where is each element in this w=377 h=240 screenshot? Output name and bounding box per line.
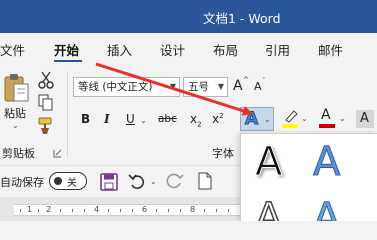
ruler-number: 8 <box>190 205 196 214</box>
grow-font-button[interactable]: A <box>233 78 243 94</box>
ruler-tick <box>84 209 85 212</box>
chevron-down-icon: ⌄ <box>264 115 271 124</box>
tab-insert[interactable]: 插入 <box>107 40 132 59</box>
font-size-combo[interactable]: 五号 ▼ <box>183 77 228 97</box>
ruler-tick <box>108 209 109 212</box>
ribbon-tabs: 文件 开始 插入 设计 布局 引用 邮件 <box>0 33 377 67</box>
format-painter-icon[interactable] <box>38 117 56 135</box>
tab-file[interactable]: 文件 <box>0 40 25 59</box>
ruler-number: 4 <box>94 205 100 214</box>
superscript-button[interactable]: x2 <box>212 112 224 126</box>
paste-dropdown-icon[interactable]: ⌄ <box>12 121 19 130</box>
chevron-down-icon: ▼ <box>169 82 176 91</box>
text-effect-style-3[interactable]: A <box>254 197 283 221</box>
chevron-down-icon: ▼ <box>217 82 224 91</box>
text-effects-button[interactable]: A ⌄ <box>240 107 274 131</box>
ruler-tick <box>132 209 133 212</box>
cut-icon[interactable] <box>38 71 54 89</box>
character-shading-button[interactable]: A <box>356 110 374 128</box>
character-shading-icon: A <box>360 111 369 126</box>
font-size-value: 五号 <box>188 81 209 93</box>
title-bar: 文档1 - Word <box>0 0 377 33</box>
font-color-button[interactable]: A ⌄ <box>318 107 350 130</box>
text-effects-icon: A <box>244 109 259 130</box>
text-effect-style-4[interactable]: A <box>312 198 340 222</box>
text-effect-style-1[interactable]: A <box>254 142 282 183</box>
highlighter-icon <box>285 110 298 123</box>
ruler-number: 2 <box>46 205 52 214</box>
font-name-value: 等线 (中文正文) <box>78 81 153 93</box>
ruler-tick <box>216 209 217 212</box>
strikethrough-button[interactable]: abc <box>158 113 177 125</box>
ruler-tick <box>120 209 121 212</box>
font-name-combo[interactable]: 等线 (中文正文) ▼ <box>73 77 180 97</box>
underline-dropdown-icon[interactable]: ⌄ <box>140 116 147 125</box>
new-document-icon[interactable] <box>198 172 212 190</box>
paste-icon <box>4 74 29 102</box>
chevron-down-icon: ⌄ <box>339 114 346 123</box>
shrink-font-caret: ˇ <box>262 77 266 85</box>
save-icon[interactable] <box>100 173 118 191</box>
copy-icon[interactable] <box>38 94 54 112</box>
text-effects-gallery: A A A A <box>240 133 377 221</box>
bold-button[interactable]: B <box>81 112 90 126</box>
tab-layout[interactable]: 布局 <box>213 40 238 59</box>
underline-button[interactable]: U <box>126 112 135 126</box>
word-window: 文档1 - Word 文件 开始 插入 设计 布局 引用 邮件 粘贴 ⌄ 剪贴板… <box>0 0 377 221</box>
tab-mailings[interactable]: 邮件 <box>318 40 343 59</box>
toggle-knob <box>54 177 62 185</box>
shrink-font-button[interactable]: A <box>254 80 262 93</box>
tab-references[interactable]: 引用 <box>265 40 290 59</box>
group-divider <box>67 71 68 157</box>
ruler-tick <box>228 209 229 212</box>
text-effect-style-2[interactable]: A <box>312 142 340 183</box>
ruler-tick <box>38 209 39 212</box>
active-tab-indicator <box>54 60 82 62</box>
subscript-mark: 2 <box>197 120 202 129</box>
ruler-tick <box>156 209 157 212</box>
tab-home[interactable]: 开始 <box>54 40 79 59</box>
subscript-button[interactable]: x2 <box>190 112 202 128</box>
paste-label: 粘贴 <box>4 107 26 120</box>
chevron-down-icon: ⌄ <box>301 114 308 123</box>
autosave-toggle[interactable]: 关 <box>49 172 87 190</box>
tab-design[interactable]: 设计 <box>160 40 185 59</box>
ruler-tick <box>204 209 205 212</box>
highlight-color-bar <box>282 124 298 128</box>
font-color-icon: A <box>321 107 331 123</box>
ruler-tick <box>60 209 61 212</box>
clipboard-group-label: 剪贴板 <box>2 147 35 160</box>
ruler-number: 6 <box>142 205 148 214</box>
ruler-tick <box>20 209 21 212</box>
undo-icon[interactable] <box>128 172 146 190</box>
highlight-button[interactable]: ⌄ <box>281 108 313 130</box>
ruler-tick <box>180 209 181 212</box>
ruler-tick <box>72 209 73 212</box>
autosave-state: 关 <box>67 178 77 189</box>
undo-dropdown-icon[interactable]: ⌄ <box>150 177 157 186</box>
italic-button[interactable]: I <box>104 112 110 126</box>
ruler-number: 1 <box>27 205 33 214</box>
grow-font-caret: ^ <box>243 76 249 84</box>
font-group-label: 字体 <box>212 147 234 160</box>
ruler-tick <box>168 209 169 212</box>
clipboard-launcher-icon[interactable] <box>53 149 62 158</box>
font-color-bar <box>319 124 335 128</box>
superscript-mark: 2 <box>219 112 224 120</box>
redo-icon[interactable] <box>166 172 184 190</box>
document-title: 文档1 - Word <box>203 11 281 26</box>
autosave-label: 自动保存 <box>0 176 44 189</box>
